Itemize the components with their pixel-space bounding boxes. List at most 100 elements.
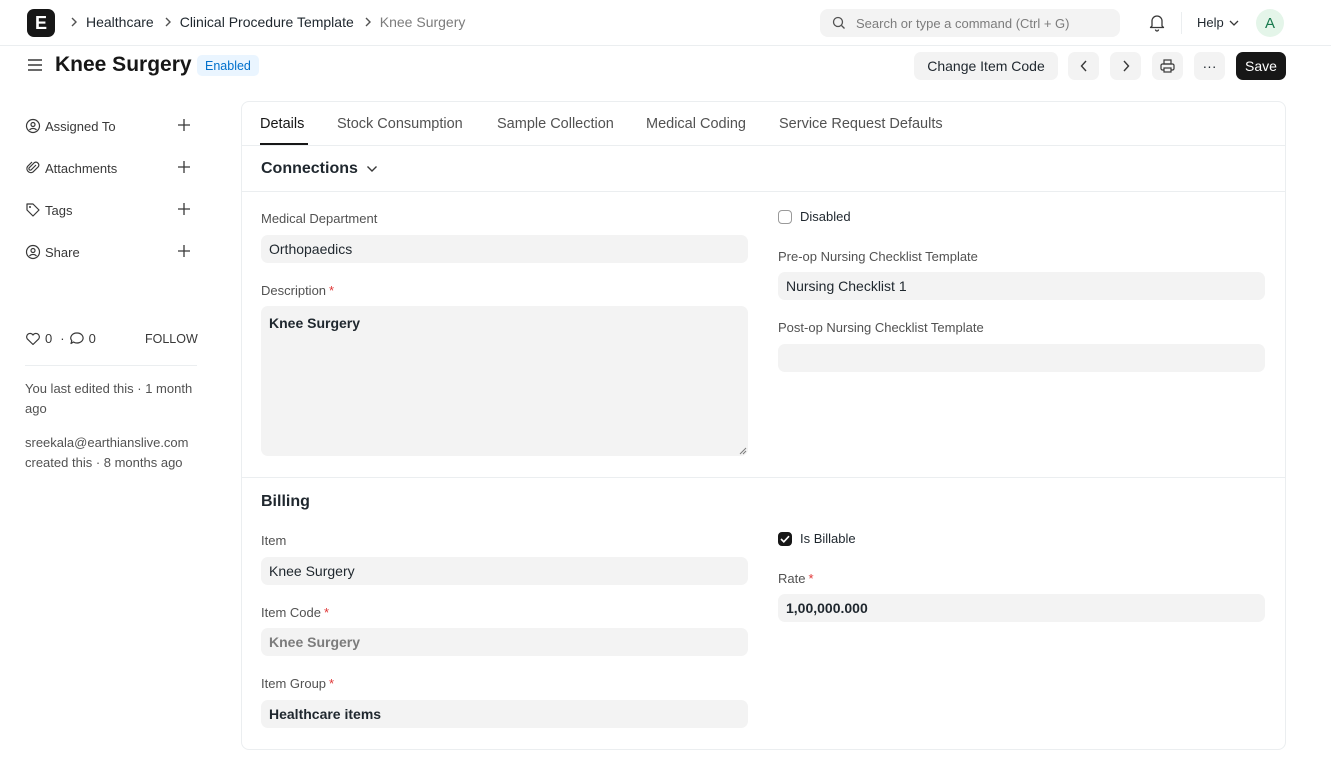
breadcrumb-current[interactable]: Knee Surgery [380,14,466,30]
checkbox-box[interactable] [778,531,792,546]
chevron-down-icon [1229,20,1239,26]
app-logo[interactable]: E [27,9,55,37]
is-billable-label: Is Billable [800,531,856,546]
avatar[interactable]: A [1256,9,1284,37]
medical-department-label: Medical Department [261,211,378,226]
required-mark: * [323,605,330,620]
medical-department-field[interactable]: Orthopaedics [261,235,748,263]
previous-record-button[interactable] [1068,52,1099,80]
next-record-button[interactable] [1110,52,1141,80]
rate-field[interactable]: 1,00,000.000 [778,594,1265,622]
description-value: Knee Surgery [269,315,361,331]
item-code-label: Item Code * [261,605,329,620]
navbar-divider [1181,12,1182,34]
created-text: created this · 8 months ago [25,455,183,470]
description-textarea[interactable]: Knee Surgery [261,306,748,456]
chevron-right-icon [364,17,372,27]
print-button[interactable] [1152,52,1183,80]
billing-heading: Billing [261,493,310,510]
item-group-field[interactable]: Healthcare items [261,700,748,728]
heart-icon[interactable] [25,331,41,346]
form-card: Details Stock Consumption Sample Collect… [241,101,1286,750]
item-field[interactable]: Knee Surgery [261,557,748,585]
sidebar-item-assigned-to[interactable]: Assigned To [25,116,191,136]
breadcrumb-healthcare[interactable]: Healthcare [86,14,154,30]
plus-icon[interactable] [177,244,191,261]
item-group-label-text: Item Group [261,676,327,691]
paperclip-icon [25,160,41,176]
active-tab-indicator [260,143,308,145]
follow-button[interactable]: FOLLOW [145,332,198,346]
navbar: E Healthcare Clinical Procedure Template… [0,0,1331,46]
sidebar-item-tags[interactable]: Tags [25,200,191,220]
tab-sample-collection[interactable]: Sample Collection [497,116,614,132]
chevron-right-icon [164,17,172,27]
search-icon [832,16,845,29]
creator-email[interactable]: sreekala@earthianslive.com [25,433,200,453]
item-code-label-text: Item Code [261,605,321,620]
notification-bell-icon[interactable] [1148,13,1166,35]
tab-details[interactable]: Details [260,116,304,132]
disabled-label: Disabled [800,209,851,224]
required-mark: * [329,676,335,691]
plus-icon[interactable] [177,118,191,135]
postop-checklist-field[interactable] [778,344,1265,372]
change-item-code-button[interactable]: Change Item Code [914,52,1058,80]
page-title: Knee Surgery [55,53,192,76]
like-count: 0 [45,331,53,346]
chevron-down-icon [366,166,377,172]
help-dropdown[interactable]: Help [1197,15,1239,30]
item-code-field: Knee Surgery [261,628,748,656]
item-group-label: Item Group * [261,676,334,691]
connections-section-toggle[interactable]: Connections [261,160,378,178]
tag-icon [25,202,41,218]
form-tabs: Details Stock Consumption Sample Collect… [242,102,1285,146]
sidebar-item-share[interactable]: Share [25,242,191,262]
is-billable-checkbox[interactable]: Is Billable [778,531,856,546]
sidebar-divider [25,365,197,366]
tab-service-request-defaults[interactable]: Service Request Defaults [779,116,943,132]
assign-user-icon [25,118,41,134]
dot-separator: · [60,331,65,346]
connections-heading: Connections [261,160,358,177]
help-label: Help [1197,15,1224,30]
tab-stock-consumption[interactable]: Stock Consumption [337,116,463,132]
sidebar-toggle-icon[interactable] [27,57,43,76]
sidebar-item-label: Attachments [45,160,118,176]
save-button[interactable]: Save [1236,52,1286,80]
resize-handle-icon[interactable] [739,447,747,455]
more-actions-button[interactable]: ··· [1194,52,1225,80]
comment-count: 0 [88,331,96,346]
rate-label-text: Rate [778,571,806,586]
postop-checklist-label: Post-op Nursing Checklist Template [778,320,984,335]
description-label: Description * [261,283,334,298]
search-placeholder: Search or type a command (Ctrl + G) [856,15,1070,31]
sidebar-item-label: Share [45,244,80,260]
comment-icon[interactable] [69,331,85,346]
breadcrumb: Healthcare Clinical Procedure Template K… [70,14,475,30]
description-label-text: Description [261,283,327,298]
required-mark: * [329,283,335,298]
checkbox-box[interactable] [778,209,792,224]
checkmark-icon [780,535,790,543]
section-divider [242,191,1285,192]
plus-icon[interactable] [177,160,191,177]
rate-label: Rate * [778,571,814,586]
breadcrumb-clinical-procedure-template[interactable]: Clinical Procedure Template [180,14,354,30]
share-user-icon [25,244,41,260]
plus-icon[interactable] [177,202,191,219]
search-input[interactable]: Search or type a command (Ctrl + G) [820,9,1120,37]
preop-checklist-field[interactable]: Nursing Checklist 1 [778,272,1265,300]
item-label: Item [261,533,287,548]
likes-comments: 0 · 0 [25,331,100,346]
last-edited-text: You last edited this · 1 month ago [25,381,193,416]
sidebar-item-attachments[interactable]: Attachments [25,158,191,178]
disabled-checkbox[interactable]: Disabled [778,209,851,224]
tab-medical-coding[interactable]: Medical Coding [646,116,746,132]
sidebar-item-label: Tags [45,202,73,218]
sidebar-item-label: Assigned To [45,118,116,134]
chevron-right-icon [70,17,78,27]
preop-checklist-label: Pre-op Nursing Checklist Template [778,249,978,264]
status-badge: Enabled [197,55,259,76]
chevron-right-icon [1122,60,1129,72]
